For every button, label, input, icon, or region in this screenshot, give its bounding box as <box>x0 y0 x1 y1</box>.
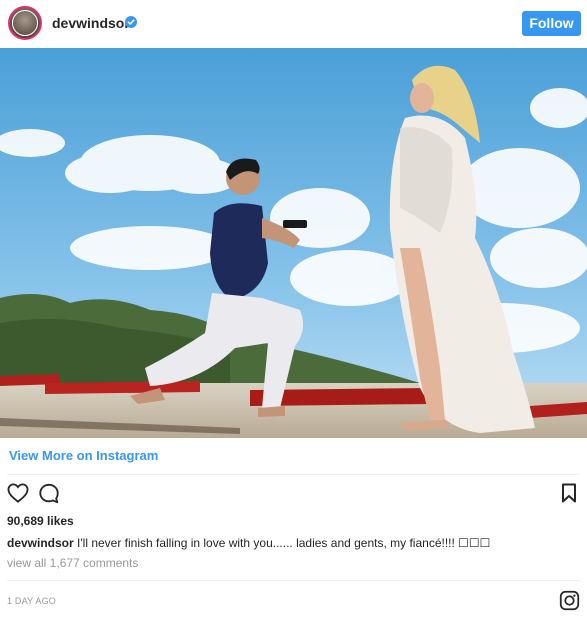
heart-icon[interactable] <box>7 483 29 503</box>
divider <box>7 474 580 475</box>
header-username[interactable]: devwindsor <box>52 15 130 31</box>
view-all-comments-link[interactable]: view all 1,677 comments <box>7 556 138 570</box>
post-photo[interactable] <box>0 48 587 438</box>
bookmark-icon[interactable] <box>561 483 577 503</box>
verified-badge-icon <box>125 16 137 28</box>
post-caption: devwindsor I'll never finish falling in … <box>7 536 490 550</box>
avatar[interactable] <box>8 6 42 40</box>
post-header: devwindsor Follow <box>0 0 587 48</box>
caption-text: I'll never finish falling in love with y… <box>73 536 491 550</box>
view-more-link[interactable]: View More on Instagram <box>9 448 158 463</box>
divider <box>7 580 580 581</box>
follow-button[interactable]: Follow <box>522 11 581 36</box>
caption-username[interactable]: devwindsor <box>7 536 74 550</box>
post-timestamp: 1 DAY AGO <box>7 596 56 606</box>
post-image <box>0 48 587 438</box>
instagram-logo-icon[interactable] <box>559 590 580 611</box>
comment-icon[interactable] <box>38 483 60 505</box>
likes-count[interactable]: 90,689 likes <box>7 514 74 528</box>
